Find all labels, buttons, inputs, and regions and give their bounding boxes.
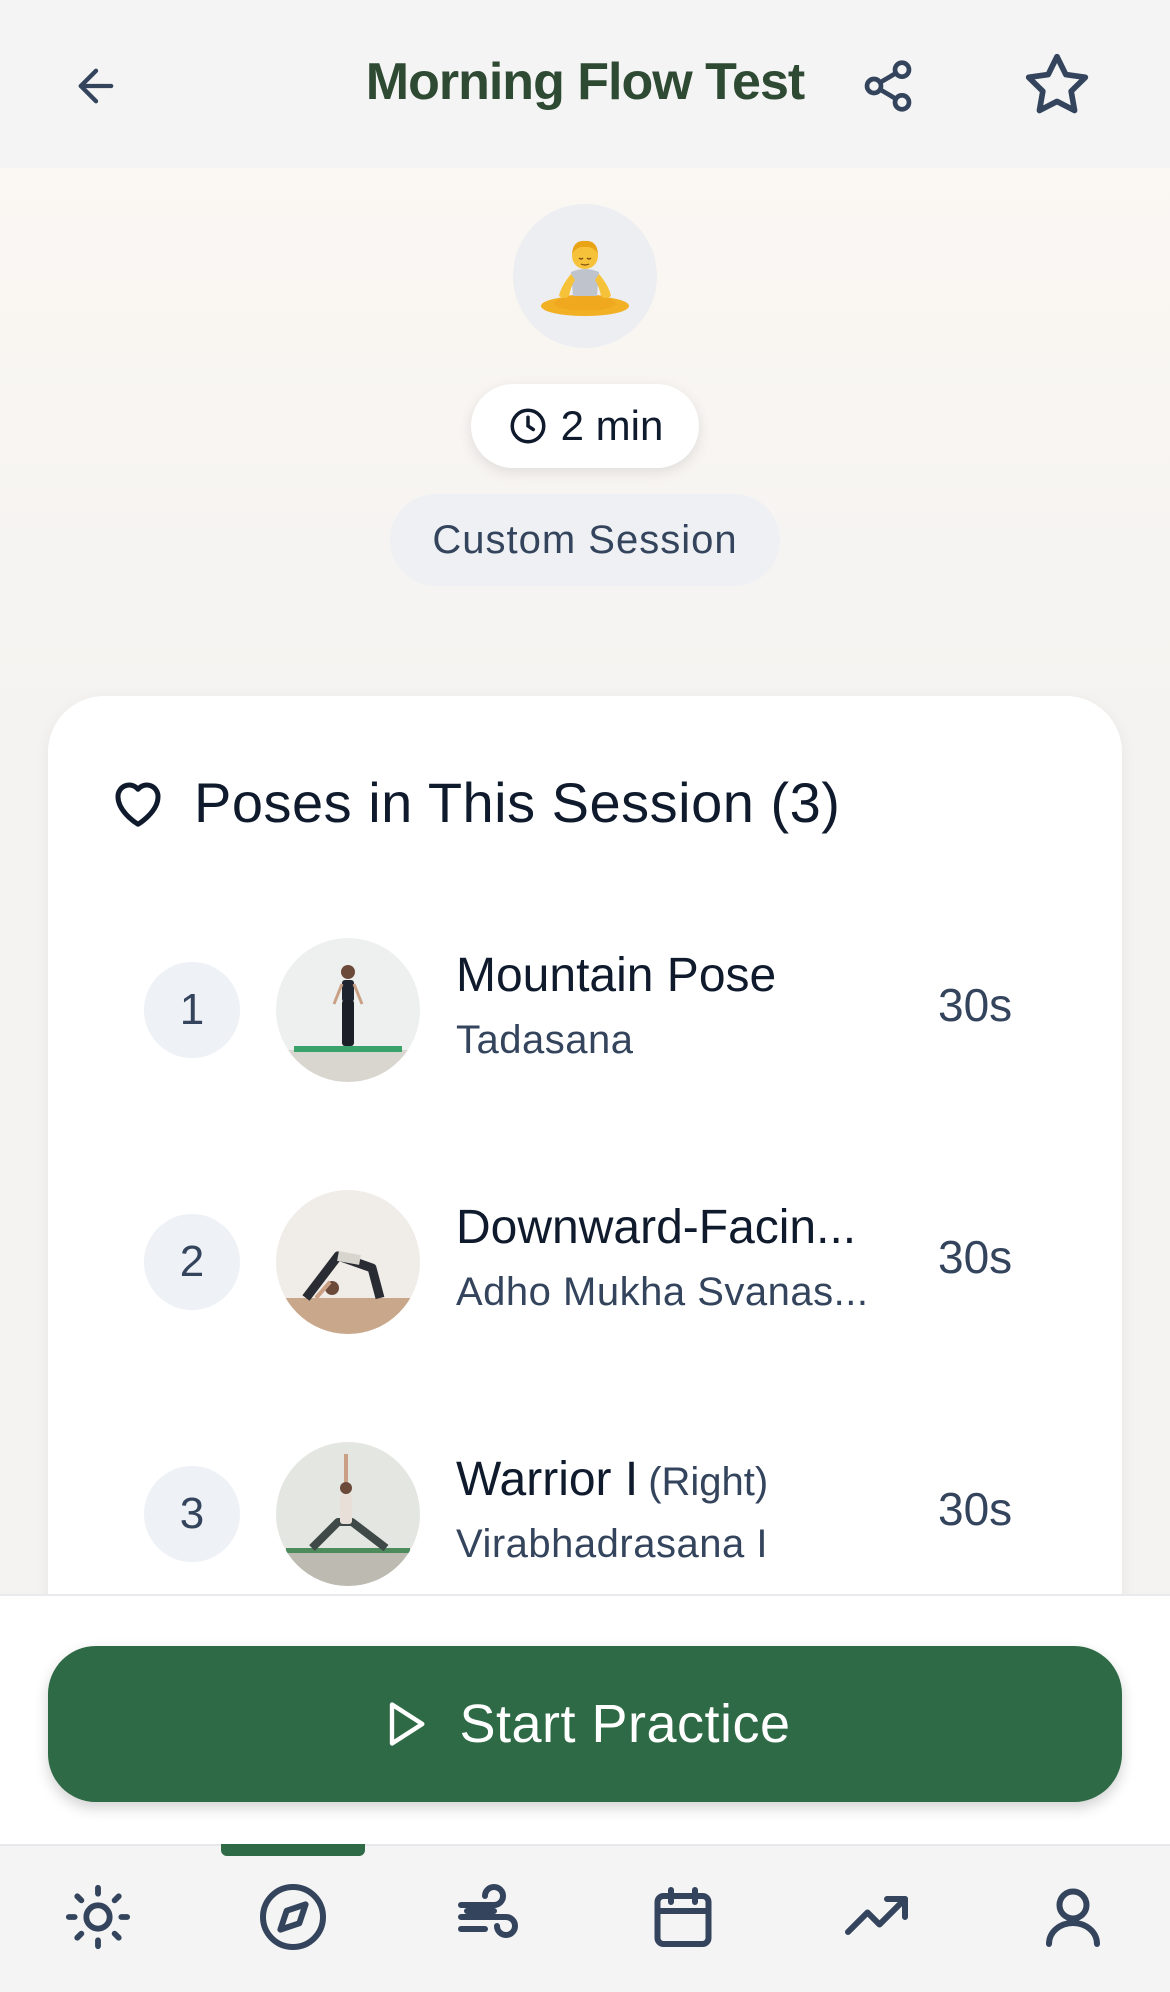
bottom-action-area: Start Practice (0, 1594, 1170, 1844)
start-practice-label: Start Practice (459, 1694, 791, 1754)
pose-duration: 30s (938, 1231, 1013, 1283)
wind-icon (458, 1884, 518, 1938)
pose-number: 3 (144, 1466, 240, 1562)
top-app-bar: Morning Flow Test (0, 0, 1170, 168)
tab-profile[interactable] (1028, 1872, 1118, 1962)
tab-breathe[interactable] (443, 1872, 533, 1962)
tab-progress[interactable] (833, 1872, 923, 1962)
pose-duration: 30s (938, 979, 1013, 1031)
trending-up-icon (845, 1896, 908, 1935)
pose-sanskrit-name: Tadasana (456, 1018, 634, 1062)
pose-sanskrit-name: Adho Mukha Svanas... (456, 1270, 869, 1314)
pose-duration: 30s (938, 1483, 1013, 1535)
session-type-badge: Custom Session (390, 494, 780, 586)
pose-thumbnail (276, 1190, 420, 1334)
start-practice-button[interactable]: Start Practice (48, 1646, 1122, 1802)
share-button[interactable] (852, 50, 924, 122)
tab-calendar[interactable] (638, 1872, 728, 1962)
page-title: Morning Flow Test (365, 53, 805, 111)
play-icon (390, 1702, 425, 1746)
poses-heading-text: Poses in This Session (3) (194, 771, 841, 834)
session-duration-badge: 2 min (471, 384, 699, 468)
poses-card: Poses in This Session (3) 1 Mountain Pos… (48, 696, 1122, 1696)
sun-icon (65, 1884, 131, 1950)
calendar-icon (654, 1887, 712, 1947)
pose-name: Downward-Facin... (456, 1201, 857, 1254)
bottom-tab-bar (0, 1844, 1170, 1992)
poses-heading: Poses in This Session (3) (108, 770, 840, 835)
pose-name: Warrior I (Right) (456, 1453, 769, 1506)
pose-sanskrit-name: Virabhadrasana I (456, 1522, 768, 1566)
favorite-button[interactable] (1020, 48, 1094, 122)
pose-name: Mountain Pose (456, 949, 777, 1002)
pose-side: (Right) (648, 1460, 769, 1504)
star-icon (1025, 53, 1089, 114)
heart-icon (115, 782, 161, 827)
meditation-icon (541, 240, 629, 316)
pose-number: 2 (144, 1214, 240, 1310)
pose-row[interactable]: 2 Downward-Facin... Adho Mukha Svanas...… (48, 1186, 1122, 1336)
compass-icon (260, 1884, 326, 1950)
share-icon (864, 60, 912, 112)
user-icon (1046, 1888, 1100, 1947)
pose-row[interactable]: 1 Mountain Pose Tadasana 30s (48, 934, 1122, 1084)
active-tab-indicator (221, 1844, 365, 1856)
session-emoji-avatar (513, 204, 657, 348)
pose-number: 1 (144, 962, 240, 1058)
session-hero: 2 min Custom Session (0, 168, 1170, 728)
pose-thumbnail (276, 938, 420, 1082)
tab-explore[interactable] (248, 1872, 338, 1962)
pose-row[interactable]: 3 Warrior I (Right) Virabhadrasana I 30s (48, 1438, 1122, 1588)
pose-thumbnail (276, 1442, 420, 1586)
tab-today[interactable] (53, 1872, 143, 1962)
session-duration: 2 min (560, 402, 664, 449)
clock-icon (510, 408, 546, 444)
